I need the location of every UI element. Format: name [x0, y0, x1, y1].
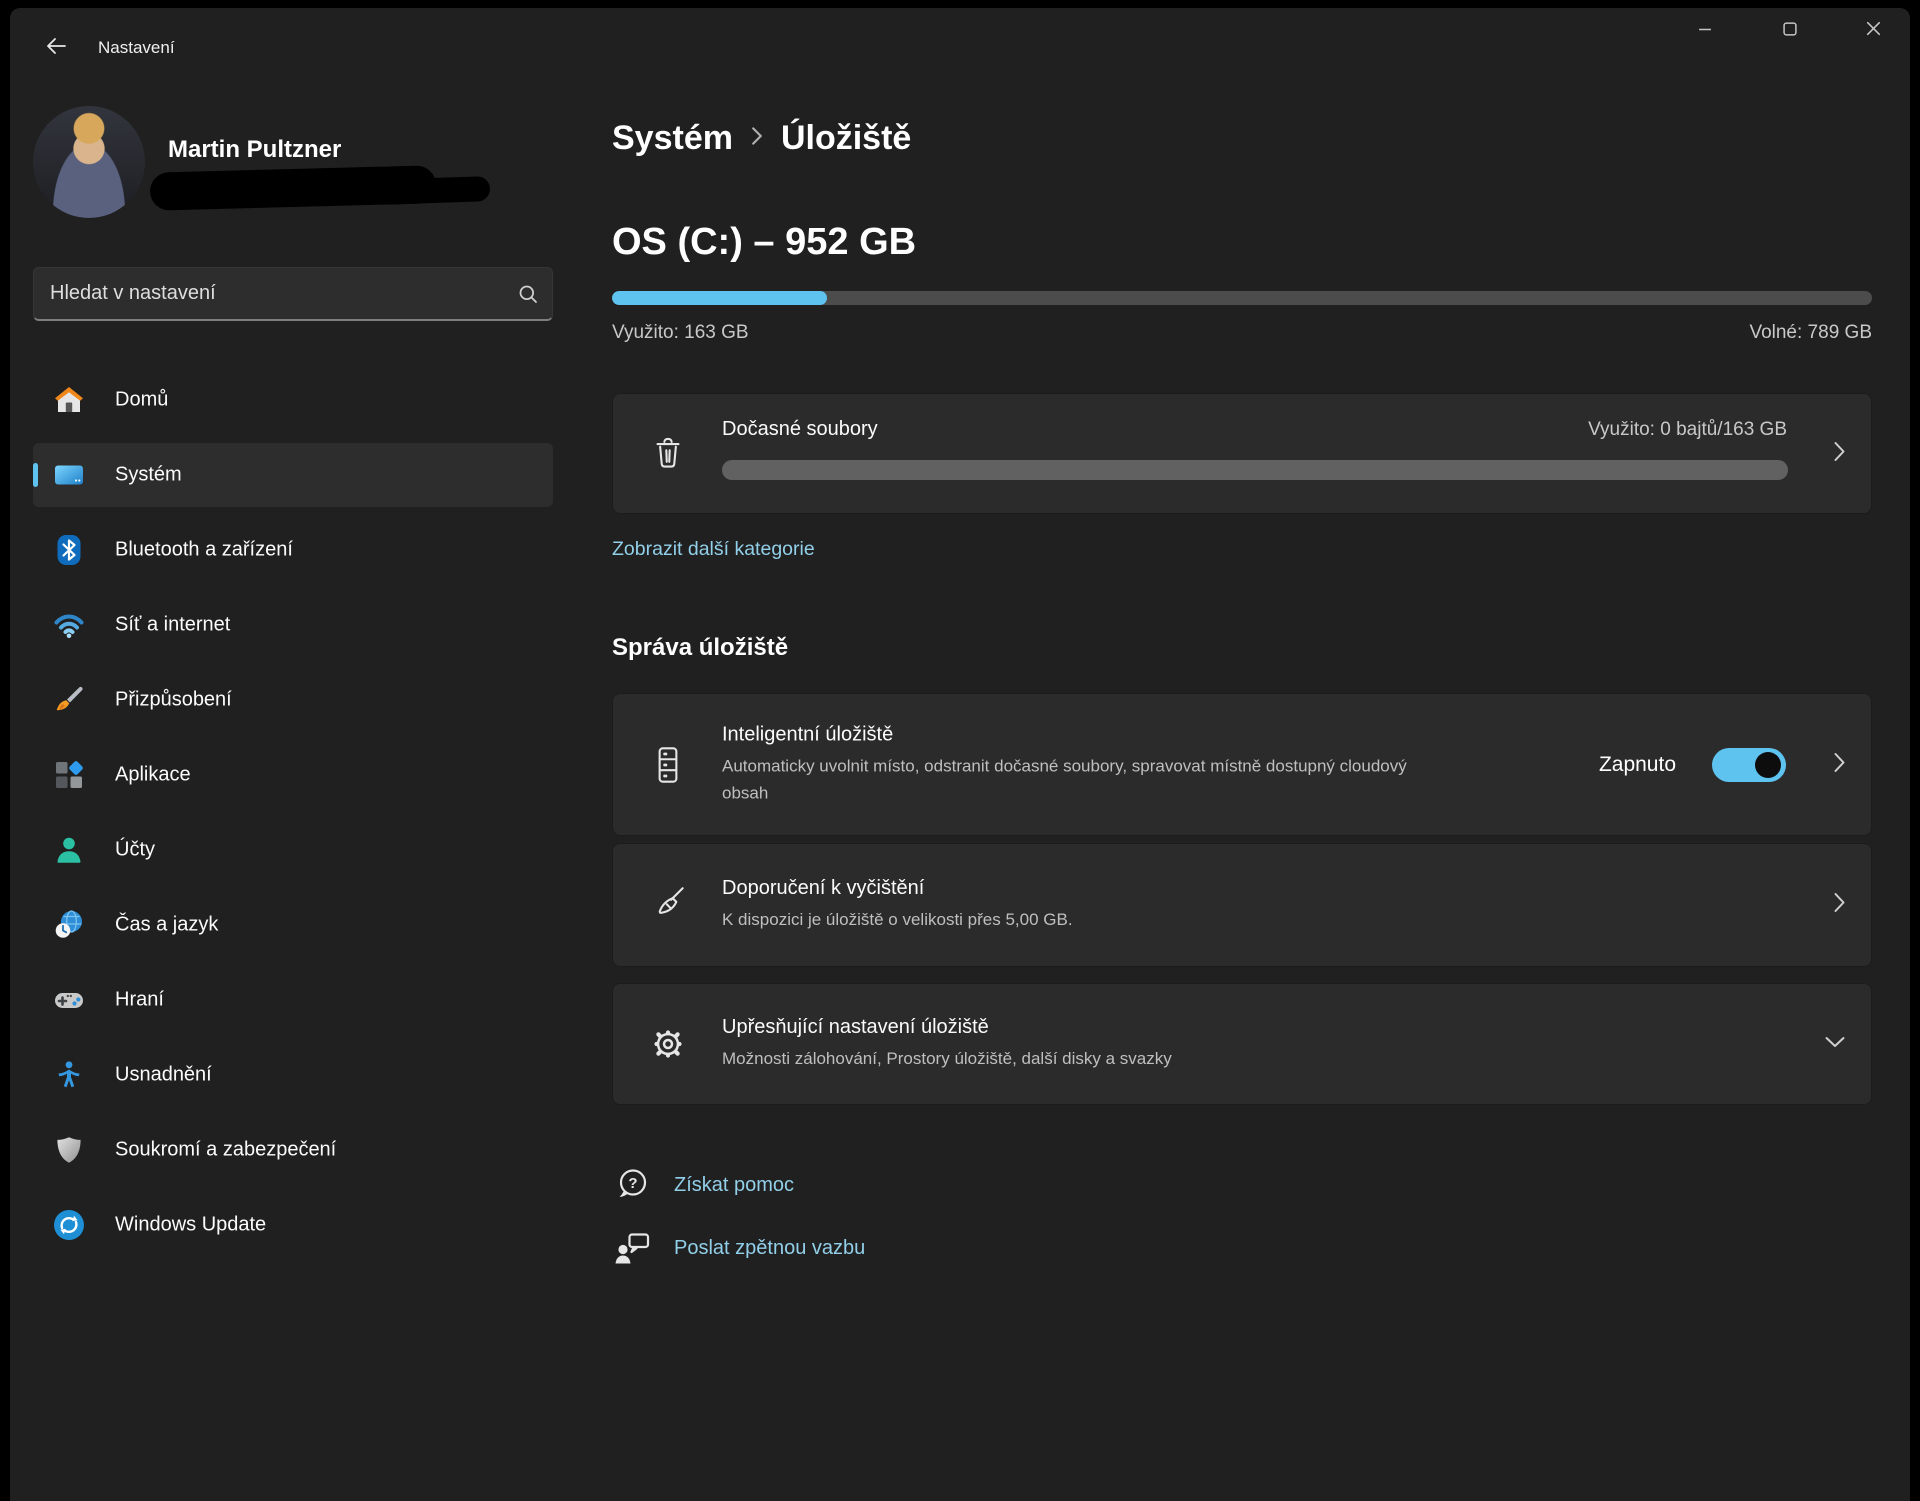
advanced-storage-card[interactable]: Upřesňující nastavení úložiště Možnosti …: [612, 983, 1872, 1105]
chevron-right-icon: [1831, 891, 1847, 920]
used-label: Využito: 163 GB: [612, 322, 749, 343]
accessibility-icon: [53, 1059, 85, 1091]
card-title: Upřesňující nastavení úložiště: [722, 1016, 989, 1038]
back-button[interactable]: [34, 28, 78, 68]
temp-files-bar: [722, 460, 1788, 480]
main-content: Systém Úložiště OS (C:) – 952 GB Využito…: [612, 8, 1872, 1501]
sidebar-item-label: Účty: [115, 838, 155, 861]
smart-storage-card[interactable]: Inteligentní úložiště Automaticky uvolni…: [612, 693, 1872, 836]
sidebar-item-windows-update[interactable]: Windows Update: [33, 1193, 553, 1257]
bluetooth-icon: [53, 534, 85, 566]
apps-icon: [53, 759, 85, 791]
sidebar-item-label: Hraní: [115, 988, 164, 1011]
sidebar-item-gaming[interactable]: Hraní: [33, 968, 553, 1032]
free-label: Volné: 789 GB: [1749, 322, 1872, 343]
temp-files-usage: Využito: 0 bajtů/163 GB: [1588, 419, 1787, 440]
feedback-icon: [612, 1228, 652, 1268]
user-name: Martin Pultzner: [168, 136, 342, 163]
personalization-icon: [53, 684, 85, 716]
breadcrumb-current: Úložiště: [780, 119, 912, 157]
drive-title: OS (C:) – 952 GB: [612, 221, 917, 263]
back-arrow-icon: [44, 34, 68, 63]
sidebar-item-label: Čas a jazyk: [115, 913, 219, 936]
toggle-state-label: Zapnuto: [1598, 752, 1676, 776]
redacted-email-tail: [375, 176, 491, 205]
search-icon: [518, 284, 538, 309]
avatar: [33, 106, 145, 218]
chevron-right-icon: [1831, 750, 1847, 779]
window-title: Nastavení: [98, 38, 175, 57]
sidebar-item-accounts[interactable]: Účty: [33, 818, 553, 882]
sidebar-item-network[interactable]: Síť a internet: [33, 593, 553, 657]
privacy-shield-icon: [53, 1134, 85, 1166]
sidebar-item-label: Soukromí a zabezpečení: [115, 1138, 337, 1161]
search-input[interactable]: [50, 268, 510, 319]
sidebar-item-personalization[interactable]: Přizpůsobení: [33, 668, 553, 732]
storage-usage-fill: [612, 291, 828, 305]
toggle-knob: [1755, 751, 1781, 778]
sidebar-item-label: Systém: [115, 463, 182, 486]
system-icon: [53, 459, 85, 491]
sidebar-item-label: Domů: [115, 388, 169, 411]
card-title: Inteligentní úložiště: [722, 723, 894, 745]
sidebar-item-time-language[interactable]: Čas a jazyk: [33, 893, 553, 957]
send-feedback-label: Poslat zpětnou vazbu: [674, 1236, 866, 1259]
card-subtitle: K dispozici je úložiště o velikosti přes…: [722, 910, 1073, 929]
sidebar-item-bluetooth[interactable]: Bluetooth a zařízení: [33, 518, 553, 582]
sidebar-item-accessibility[interactable]: Usnadnění: [33, 1043, 553, 1107]
sidebar-item-label: Aplikace: [115, 763, 191, 786]
sidebar-item-label: Windows Update: [115, 1213, 267, 1236]
sidebar-item-label: Přizpůsobení: [115, 688, 232, 711]
storage-management-heading: Správa úložiště: [612, 634, 789, 661]
time-language-icon: [53, 909, 85, 941]
show-more-categories-link[interactable]: Zobrazit další kategorie: [612, 538, 815, 561]
chevron-down-icon: [1823, 1034, 1847, 1055]
storage-usage-bar: [612, 291, 1872, 305]
windows-update-icon: [53, 1209, 85, 1241]
selected-indicator: [33, 463, 38, 487]
settings-window: Nastavení Martin Pultzner Domů Systém: [10, 8, 1910, 1501]
gear-icon: [645, 1021, 691, 1067]
search-box: [33, 267, 553, 321]
get-help-icon: ?: [612, 1165, 652, 1205]
cleanup-broom-icon: [645, 882, 691, 928]
temp-files-card[interactable]: Dočasné soubory Využito: 0 bajtů/163 GB: [612, 393, 1872, 514]
cleanup-recommendations-card[interactable]: Doporučení k vyčištění K dispozici je úl…: [612, 843, 1872, 967]
trash-icon: [645, 431, 691, 477]
gaming-icon: [53, 984, 85, 1016]
get-help-label: Získat pomoc: [674, 1173, 795, 1196]
sidebar-item-privacy[interactable]: Soukromí a zabezpečení: [33, 1118, 553, 1182]
svg-text:?: ?: [628, 1175, 637, 1192]
accounts-icon: [53, 834, 85, 866]
card-title: Doporučení k vyčištění: [722, 877, 925, 899]
card-subtitle: Automaticky uvolnit místo, odstranit doč…: [722, 756, 1407, 802]
sidebar-item-domu[interactable]: Domů: [33, 368, 553, 432]
chevron-right-icon: [1831, 439, 1847, 468]
breadcrumb-parent[interactable]: Systém: [612, 119, 733, 158]
card-subtitle: Možnosti zálohování, Prostory úložiště, …: [722, 1049, 1172, 1068]
sidebar-item-label: Síť a internet: [115, 613, 231, 636]
breadcrumb-separator-icon: [749, 123, 765, 154]
breadcrumb: Systém Úložiště: [612, 119, 911, 158]
sidebar-item-label: Bluetooth a zařízení: [115, 538, 293, 561]
home-icon: [53, 384, 85, 416]
temp-files-title: Dočasné soubory: [722, 418, 878, 440]
sidebar-item-system[interactable]: Systém: [33, 443, 553, 507]
get-help-link[interactable]: ? Získat pomoc: [612, 1163, 794, 1207]
smart-storage-icon: [645, 742, 691, 788]
sidebar-item-apps[interactable]: Aplikace: [33, 743, 553, 807]
smart-storage-toggle[interactable]: [1712, 747, 1786, 782]
sidebar-item-label: Usnadnění: [115, 1063, 212, 1086]
network-icon: [53, 609, 85, 641]
send-feedback-link[interactable]: Poslat zpětnou vazbu: [612, 1226, 865, 1270]
